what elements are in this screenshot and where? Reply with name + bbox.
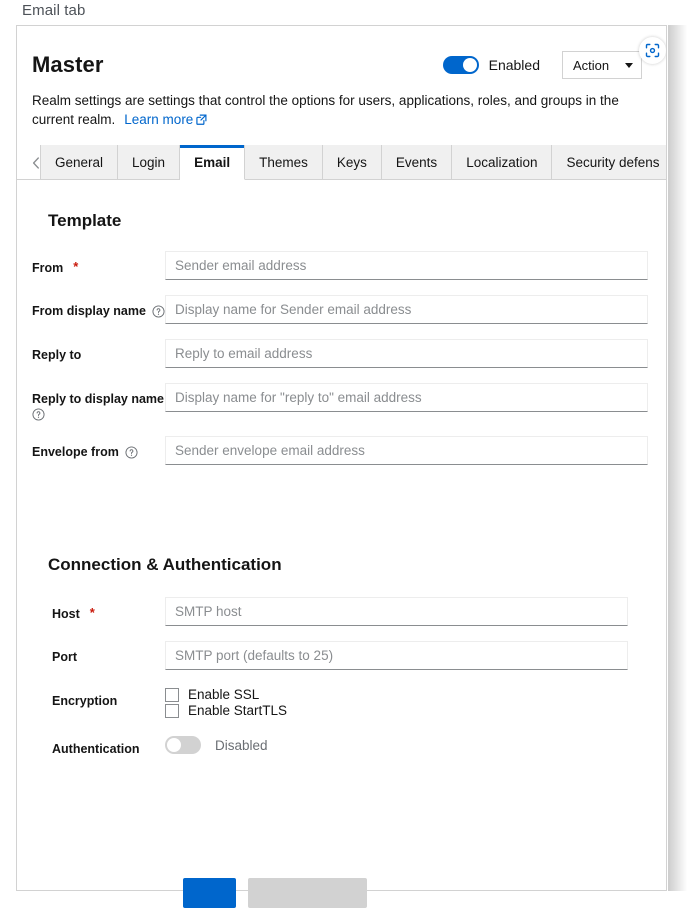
required-asterisk: * — [73, 259, 79, 275]
realm-enabled-label: Enabled — [488, 57, 540, 73]
tab-label: Email — [194, 154, 231, 170]
label-text: Port — [52, 650, 77, 665]
external-link-icon — [196, 111, 207, 130]
enable-starttls-checkbox[interactable] — [165, 703, 179, 718]
scan-focus-icon[interactable] — [639, 37, 666, 64]
realm-enabled-toggle[interactable] — [442, 56, 479, 74]
tab-label: Security defens — [566, 154, 660, 170]
reply-to-display-name-input[interactable] — [165, 383, 648, 413]
realm-settings-card: Master Enabled Action Realm settings are… — [16, 25, 667, 891]
authentication-control: Disabled — [165, 733, 268, 755]
form-row-port: Port — [32, 641, 642, 671]
label-text: Reply to display name — [32, 392, 164, 407]
realm-title-row: Master Enabled Action — [32, 48, 642, 82]
tab-bar: General Login Email Themes Keys Events L… — [17, 145, 666, 181]
envelope-from-input[interactable] — [165, 436, 648, 466]
required-asterisk: * — [89, 605, 95, 621]
test-connection-button[interactable]: Test connection — [248, 878, 367, 908]
form-row-encryption: Encryption Enable SSL Enable StartTLS — [32, 685, 642, 718]
card-body: Template From * From display name — [17, 211, 666, 758]
enable-starttls-row[interactable]: Enable StartTLS — [165, 703, 287, 718]
tab-localization[interactable]: Localization — [452, 145, 553, 181]
template-section-title: Template — [48, 211, 122, 231]
help-icon[interactable] — [125, 446, 138, 459]
label-text: From — [32, 260, 64, 275]
connection-section-title: Connection & Authentication — [48, 555, 282, 575]
label-text: Authentication — [52, 742, 140, 757]
enable-ssl-row[interactable]: Enable SSL — [165, 687, 287, 702]
template-form: From * From display name Reply to — [32, 251, 648, 466]
tab-label: Localization — [466, 154, 538, 170]
envelope-from-label: Envelope from — [32, 436, 165, 461]
reply-to-display-name-label: Reply to display name — [32, 383, 165, 421]
form-row-envelope-from: Envelope from — [32, 436, 648, 466]
host-input[interactable] — [165, 597, 628, 627]
footer-actions: Save Test connection — [183, 878, 367, 908]
tab-label: General — [55, 154, 104, 170]
toggle-knob — [167, 738, 181, 753]
tab-scroll-left-button[interactable] — [32, 145, 40, 180]
card-header: Master Enabled Action Realm settings are… — [17, 26, 666, 130]
tab-general[interactable]: General — [40, 145, 119, 181]
encryption-options: Enable SSL Enable StartTLS — [165, 685, 287, 718]
label-text: Encryption — [52, 694, 118, 709]
realm-name: Master — [32, 52, 104, 77]
realm-description-text: Realm settings are settings that control… — [32, 93, 619, 128]
help-icon[interactable] — [152, 305, 165, 318]
tab-login[interactable]: Login — [118, 145, 181, 181]
tab-label: Login — [132, 154, 166, 170]
enable-ssl-checkbox[interactable] — [165, 687, 179, 702]
label-text: From display name — [32, 304, 146, 319]
label-text: Host — [52, 606, 80, 621]
form-row-reply-to-display-name: Reply to display name — [32, 383, 648, 421]
action-dropdown-label: Action — [573, 57, 610, 73]
tab-label: Themes — [259, 154, 308, 170]
from-display-name-input[interactable] — [165, 295, 648, 325]
form-row-authentication: Authentication Disabled — [32, 733, 642, 758]
tab-themes[interactable]: Themes — [245, 145, 323, 181]
from-label: From * — [32, 251, 165, 277]
form-row-host: Host * — [32, 597, 642, 627]
tab-keys[interactable]: Keys — [322, 145, 382, 181]
save-button[interactable]: Save — [183, 878, 236, 908]
enable-ssl-label: Enable SSL — [188, 687, 260, 703]
from-input[interactable] — [165, 251, 648, 281]
page-title: Email tab — [22, 2, 86, 19]
learn-more-link[interactable]: Learn more — [124, 112, 207, 127]
enable-starttls-label: Enable StartTLS — [188, 703, 288, 719]
reply-to-label: Reply to — [32, 339, 165, 364]
from-display-name-label: From display name — [32, 295, 165, 320]
authentication-label: Authentication — [32, 733, 165, 758]
form-row-from: From * — [32, 251, 648, 281]
connection-form: Host * Port Encryption Enable SS — [32, 597, 642, 758]
help-icon[interactable] — [32, 408, 45, 421]
port-label: Port — [32, 641, 165, 666]
authentication-toggle[interactable] — [165, 736, 201, 755]
authentication-state-label: Disabled — [215, 737, 268, 753]
port-input[interactable] — [165, 641, 628, 671]
form-row-from-display-name: From display name — [32, 295, 648, 325]
action-dropdown[interactable]: Action — [562, 51, 642, 79]
tab-events[interactable]: Events — [381, 145, 453, 181]
reply-to-input[interactable] — [165, 339, 648, 369]
tab-label: Keys — [336, 154, 367, 170]
tab-label: Events — [395, 154, 438, 170]
encryption-label: Encryption — [32, 685, 165, 710]
card-shadow — [668, 25, 695, 891]
host-label: Host * — [32, 597, 165, 623]
label-text: Envelope from — [32, 445, 119, 460]
toggle-knob — [462, 58, 477, 72]
tab-email[interactable]: Email — [180, 145, 246, 181]
learn-more-label: Learn more — [124, 112, 194, 128]
tab-security-defenses[interactable]: Security defens — [552, 145, 666, 181]
chevron-down-icon — [625, 62, 633, 68]
tab-list: General Login Email Themes Keys Events L… — [40, 145, 666, 181]
chevron-left-icon — [32, 157, 39, 169]
realm-description: Realm settings are settings that control… — [32, 91, 632, 130]
realm-enabled-group: Enabled — [442, 56, 540, 74]
label-text: Reply to — [32, 348, 82, 363]
form-row-reply-to: Reply to — [32, 339, 648, 369]
